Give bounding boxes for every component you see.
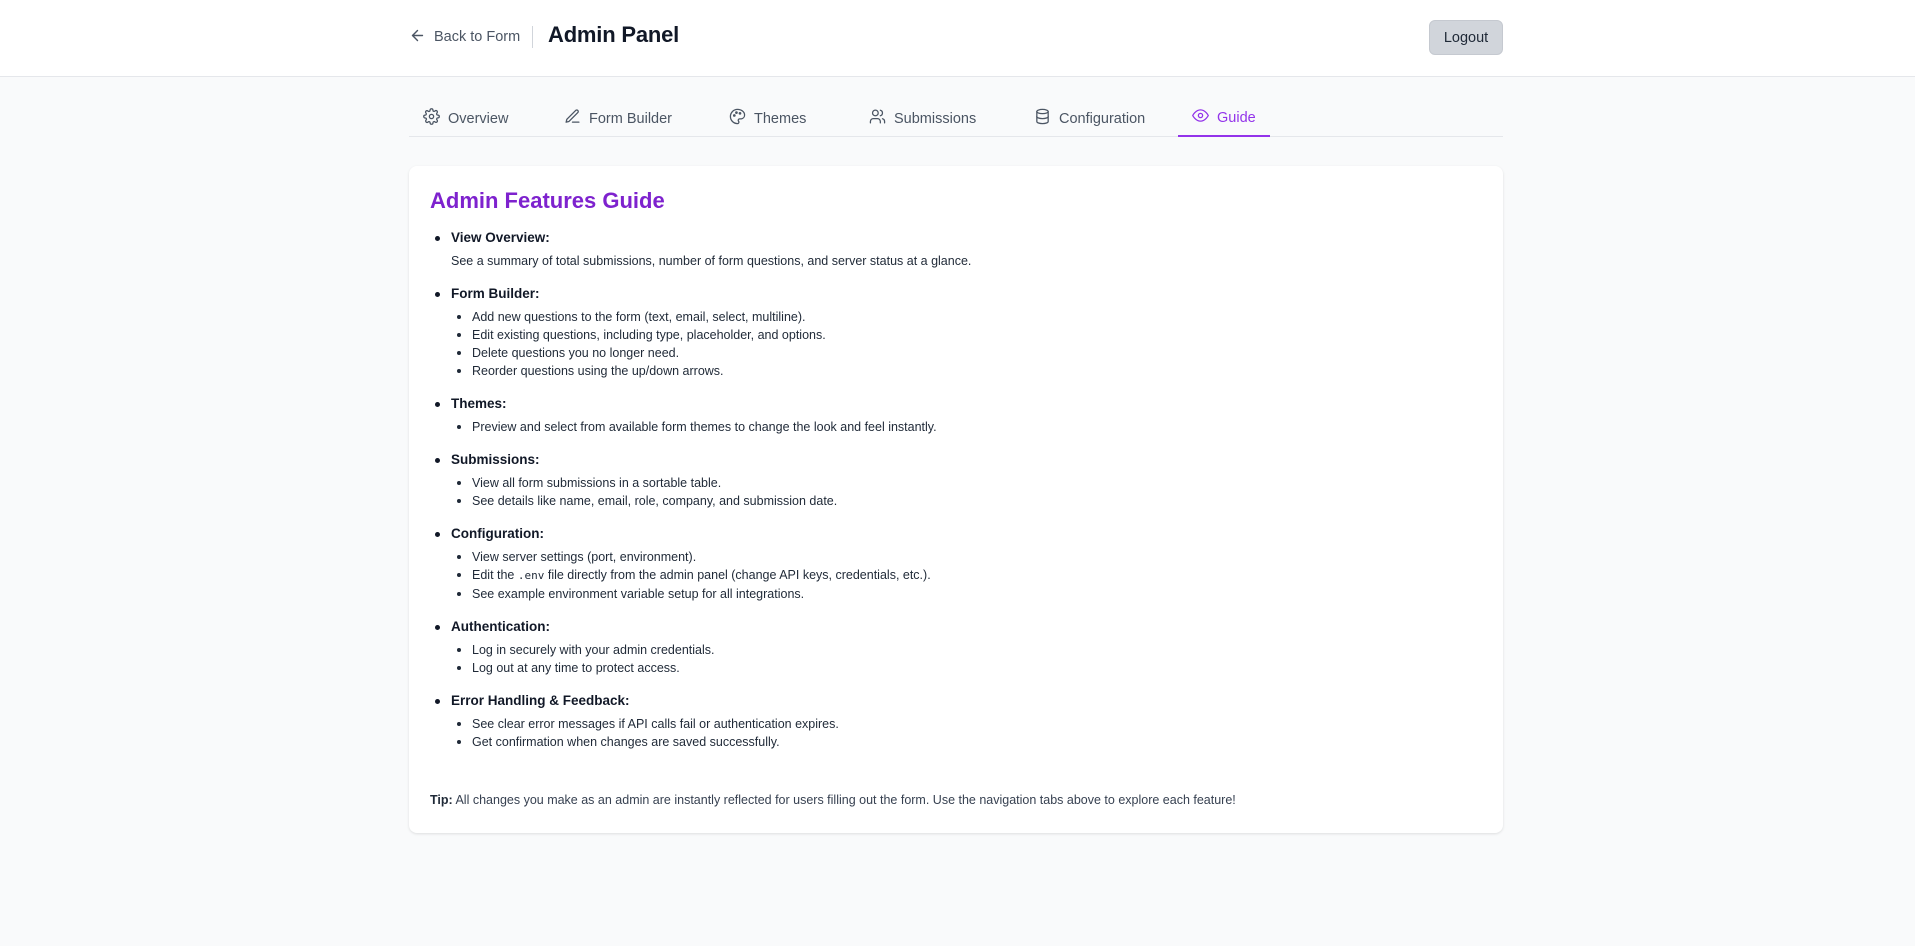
section-title: Themes: bbox=[451, 396, 507, 411]
arrow-left-icon bbox=[409, 27, 426, 48]
section-themes: Themes: Preview and select from availabl… bbox=[430, 395, 1470, 436]
section-error-handling: Error Handling & Feedback: See clear err… bbox=[430, 692, 1470, 751]
tab-label: Overview bbox=[448, 110, 509, 127]
tab-configuration[interactable]: Configuration bbox=[1020, 100, 1159, 137]
list-item: Reorder questions using the up/down arro… bbox=[451, 362, 1470, 380]
tab-label: Configuration bbox=[1059, 110, 1146, 127]
tab-submissions[interactable]: Submissions bbox=[855, 100, 990, 137]
pencil-icon bbox=[564, 108, 581, 129]
tab-bar: Overview Form Builder Themes Submissions… bbox=[409, 100, 1503, 137]
eye-icon bbox=[1192, 107, 1209, 128]
back-link-label: Back to Form bbox=[434, 29, 521, 45]
tab-themes[interactable]: Themes bbox=[715, 100, 820, 137]
list-item: Add new questions to the form (text, ema… bbox=[451, 308, 1470, 326]
tip-body: All changes you make as an admin are ins… bbox=[452, 793, 1236, 807]
tip-text: Tip: All changes you make as an admin ar… bbox=[430, 793, 1236, 807]
list-item: Delete questions you no longer need. bbox=[451, 344, 1470, 362]
database-icon bbox=[1034, 108, 1051, 129]
feature-list: Preview and select from available form t… bbox=[451, 418, 1470, 436]
list-item: See details like name, email, role, comp… bbox=[451, 492, 1470, 510]
section-title: Configuration: bbox=[451, 526, 544, 541]
list-item: Preview and select from available form t… bbox=[451, 418, 1470, 436]
feature-list: See clear error messages if API calls fa… bbox=[451, 715, 1470, 751]
section-title: View Overview: bbox=[451, 230, 550, 245]
top-bar: Back to Form Admin Panel Logout bbox=[0, 0, 1915, 77]
back-to-form-link[interactable]: Back to Form bbox=[409, 24, 520, 50]
tab-label: Submissions bbox=[894, 110, 977, 127]
list-item: Get confirmation when changes are saved … bbox=[451, 733, 1470, 751]
guide-sections: View Overview: See a summary of total su… bbox=[430, 229, 1470, 766]
section-submissions: Submissions: View all form submissions i… bbox=[430, 451, 1470, 510]
guide-title: Admin Features Guide bbox=[430, 188, 665, 213]
list-item: Edit the .env file directly from the adm… bbox=[451, 566, 1470, 585]
list-item: Log in securely with your admin credenti… bbox=[451, 641, 1470, 659]
users-icon bbox=[869, 108, 886, 129]
list-item: Log out at any time to protect access. bbox=[451, 659, 1470, 677]
list-item: See example environment variable setup f… bbox=[451, 585, 1470, 603]
tab-overview[interactable]: Overview bbox=[409, 100, 522, 137]
gear-icon bbox=[423, 108, 440, 129]
tab-label: Themes bbox=[754, 110, 807, 127]
section-description: See a summary of total submissions, numb… bbox=[451, 254, 972, 268]
page-title: Admin Panel bbox=[548, 22, 680, 47]
list-item: View server settings (port, environment)… bbox=[451, 548, 1470, 566]
section-configuration: Configuration: View server settings (por… bbox=[430, 525, 1470, 603]
feature-list: View all form submissions in a sortable … bbox=[451, 474, 1470, 510]
env-file-code: .env bbox=[517, 569, 545, 582]
list-item: Edit existing questions, including type,… bbox=[451, 326, 1470, 344]
section-title: Authentication: bbox=[451, 619, 550, 634]
section-title: Form Builder: bbox=[451, 286, 540, 301]
list-item: See clear error messages if API calls fa… bbox=[451, 715, 1470, 733]
tab-form-builder[interactable]: Form Builder bbox=[550, 100, 686, 137]
tab-label: Guide bbox=[1217, 109, 1256, 126]
section-form-builder: Form Builder: Add new questions to the f… bbox=[430, 285, 1470, 380]
tip-label: Tip: bbox=[430, 793, 453, 807]
list-item: View all form submissions in a sortable … bbox=[451, 474, 1470, 492]
section-title: Submissions: bbox=[451, 452, 540, 467]
section-authentication: Authentication: Log in securely with you… bbox=[430, 618, 1470, 677]
header-divider bbox=[532, 26, 533, 48]
feature-list: Log in securely with your admin credenti… bbox=[451, 641, 1470, 677]
palette-icon bbox=[729, 108, 746, 129]
item-text: Edit the bbox=[472, 568, 518, 582]
section-view-overview: View Overview: See a summary of total su… bbox=[430, 229, 1470, 270]
tab-guide[interactable]: Guide bbox=[1178, 100, 1270, 137]
section-title: Error Handling & Feedback: bbox=[451, 693, 630, 708]
feature-list: Add new questions to the form (text, ema… bbox=[451, 308, 1470, 380]
guide-card: Admin Features Guide View Overview: See … bbox=[409, 166, 1503, 833]
tab-label: Form Builder bbox=[589, 110, 672, 127]
item-text: file directly from the admin panel (chan… bbox=[544, 568, 931, 582]
logout-button[interactable]: Logout bbox=[1429, 20, 1503, 55]
feature-list: View server settings (port, environment)… bbox=[451, 548, 1470, 603]
